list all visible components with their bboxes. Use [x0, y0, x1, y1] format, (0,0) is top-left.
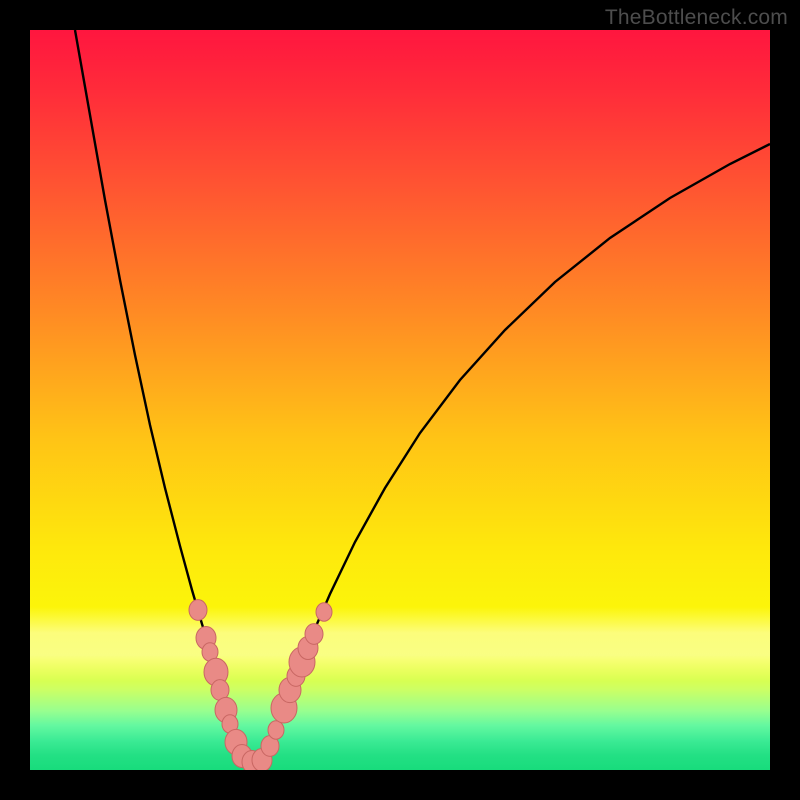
- curve-left-branch: [75, 30, 244, 758]
- data-markers: [189, 600, 332, 770]
- chart-svg: [30, 30, 770, 770]
- data-marker: [189, 600, 207, 621]
- outer-frame: TheBottleneck.com: [0, 0, 800, 800]
- curve-right-branch: [264, 144, 770, 758]
- data-marker: [316, 603, 332, 621]
- plot-area: [30, 30, 770, 770]
- watermark-text: TheBottleneck.com: [605, 6, 788, 30]
- data-marker: [268, 721, 284, 739]
- data-marker: [305, 624, 323, 645]
